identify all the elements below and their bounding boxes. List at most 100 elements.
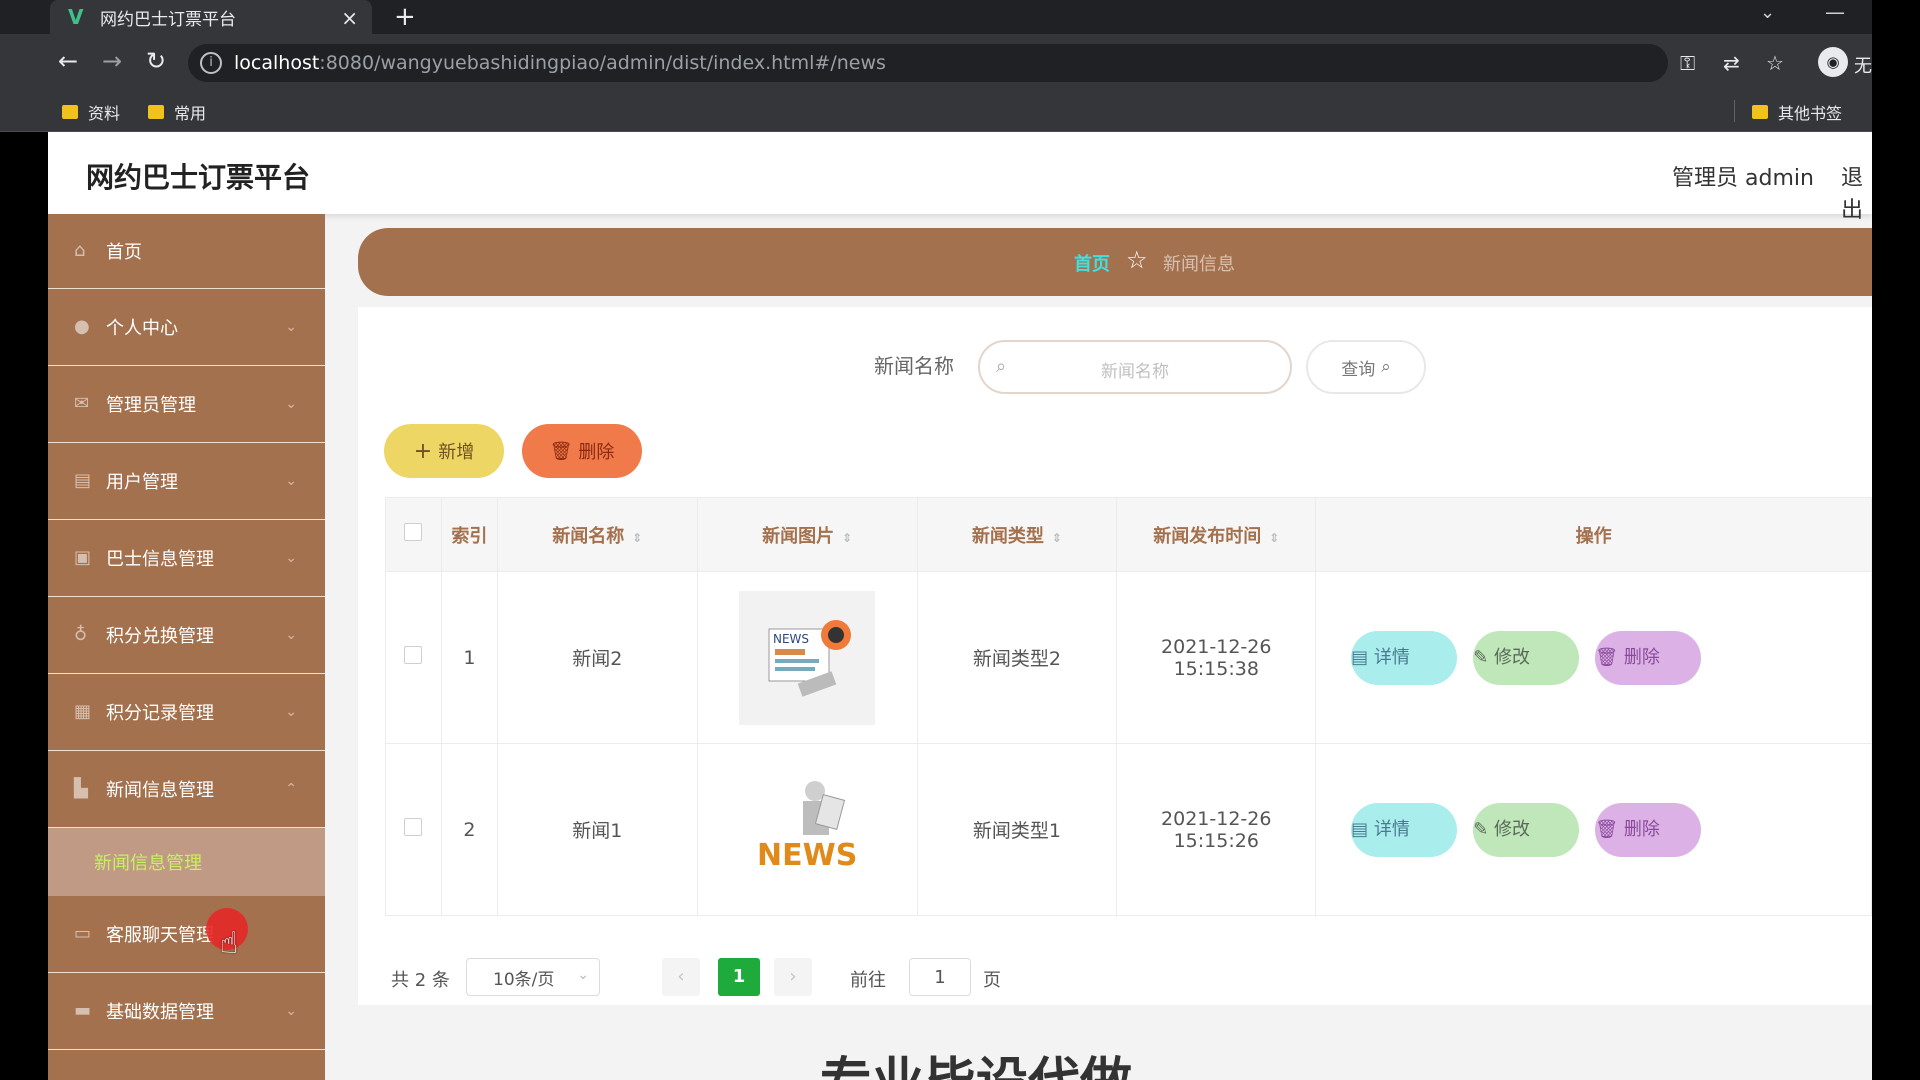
sidebar-item-personal-center[interactable]: ● 个人中心 ⌄ [48,289,325,366]
logout-link[interactable]: 退出 [1841,160,1872,224]
row-delete-button[interactable]: 🗑 删除 [1595,802,1702,857]
sort-icon[interactable]: ⇕ [632,531,642,545]
picture-icon: ▣ [74,547,92,568]
minimize-icon[interactable]: — [1825,0,1845,24]
new-tab-button[interactable]: + [394,2,416,32]
profile-avatar-icon[interactable]: ◉ [1818,47,1848,77]
star-icon: ☆ [1126,246,1148,274]
sidebar-item-points-exchange[interactable]: ♁ 积分兑换管理 ⌄ [48,597,325,674]
back-icon[interactable]: ← [58,47,78,75]
column-header-name[interactable]: 新闻名称 ⇕ [496,497,698,572]
sidebar-item-user-management[interactable]: ▤ 用户管理 ⌄ [48,443,325,520]
cell-actions: ▤ 详情 ✎ 修改 🗑 删除 [1315,743,1872,916]
hand-cursor-icon: ☝ [220,926,239,961]
current-user: 管理员 admin [1672,166,1814,191]
column-header-index: 索引 [440,497,498,572]
chart-icon: ▙ [74,778,88,799]
sidebar-item-label: 首页 [106,242,142,263]
favicon-icon: V [68,5,84,29]
column-header-label: 新闻图片 [762,525,835,547]
page-number-button[interactable]: 1 [718,958,760,996]
column-header-time[interactable]: 新闻发布时间 ⇕ [1116,497,1317,572]
prev-page-button[interactable]: ‹ [662,958,700,996]
sidebar-item-points-record[interactable]: ▦ 积分记录管理 ⌄ [48,674,325,751]
page-size-select[interactable]: 10条/页 ⌄ [466,958,600,996]
table-header-row: 索引 新闻名称 ⇕ 新闻图片 ⇕ 新闻类型 ⇕ 新闻发布时间 ⇕ 操作 [385,497,1872,572]
row-checkbox[interactable] [404,818,423,836]
bookmark-divider [1734,100,1735,122]
sidebar-subitem-news-info[interactable]: 新闻信息管理 [48,828,325,896]
tab-close-icon[interactable]: × [341,6,358,30]
edit-button[interactable]: ✎ 修改 [1473,802,1580,857]
goto-page-input[interactable]: 1 [909,958,971,996]
detail-button[interactable]: ▤ 详情 [1351,802,1458,857]
sidebar-item-chat-management[interactable]: ▭ 客服聊天管理 [48,896,325,973]
sidebar-item-news-management[interactable]: ▙ 新闻信息管理 ⌃ [48,751,325,828]
tab-search-icon[interactable]: ⌄ [1760,2,1775,23]
edit-button[interactable]: ✎ 修改 [1473,630,1580,685]
select-all-checkbox[interactable] [404,523,423,541]
plus-icon: + [413,438,433,464]
browser-tab[interactable]: V 网约巴士订票平台 × [50,0,372,34]
batch-delete-button[interactable]: 🗑 删除 [522,424,642,478]
grid-icon: ▦ [74,701,92,722]
breadcrumb-home[interactable]: 首页 [1074,250,1110,276]
next-page-button[interactable]: › [774,958,812,996]
search-placeholder: 新闻名称 [1101,362,1169,382]
folder-icon [62,105,78,119]
address-bar[interactable]: i localhost:8080/wangyuebashidingpiao/ad… [188,44,1668,82]
search-input[interactable]: ⌕ 新闻名称 [978,340,1292,394]
news-table: 索引 新闻名称 ⇕ 新闻图片 ⇕ 新闻类型 ⇕ 新闻发布时间 ⇕ 操作 1 新闻2 [385,497,1872,916]
user-icon: ● [74,316,90,337]
news-panel: 新闻名称 ⌕ 新闻名称 查询 ⌕ + 新增 🗑 删除 索引 新闻名称 ⇕ 新闻图… [358,307,1872,1005]
reload-icon[interactable]: ↻ [146,47,166,75]
sort-icon[interactable]: ⇕ [842,531,852,545]
other-bookmarks[interactable]: 其他书签 [1752,100,1842,124]
sidebar-item-bus-management[interactable]: ▣ 巴士信息管理 ⌄ [48,520,325,597]
sidebar-item-label: 新闻信息管理 [106,780,214,801]
sidebar-item-admin-management[interactable]: ✉ 管理员管理 ⌄ [48,366,325,443]
chevron-down-icon: ⌄ [285,319,297,335]
row-checkbox[interactable] [404,646,423,664]
table-row: 1 新闻2 NEWS 新闻类型2 2021-12-26 15:15:38 ▤ 详… [385,571,1872,744]
clipboard-icon: ▤ [74,470,92,491]
pagination-total: 共 2 条 [391,970,450,991]
sidebar-item-label: 积分兑换管理 [106,626,214,647]
column-header-image[interactable]: 新闻图片 ⇕ [696,497,918,572]
add-button[interactable]: + 新增 [384,424,504,478]
bookmarks-bar: 资料 常用 其他书签 [0,92,1872,132]
sidebar-item-label: 管理员管理 [106,395,196,416]
row-delete-label: 删除 [1623,818,1660,840]
goto-label: 前往 [850,970,886,991]
sidebar-item-home[interactable]: ⌂ 首页 [48,214,325,289]
news-reader-image[interactable]: NEWS [739,762,876,897]
search-button[interactable]: 查询 ⌕ [1306,340,1426,394]
detail-button[interactable]: ▤ 详情 [1351,630,1458,685]
profile-label: 无 [1854,56,1872,77]
sidebar-item-base-data[interactable]: ▬ 基础数据管理 ⌄ [48,973,325,1050]
column-header-type[interactable]: 新闻类型 ⇕ [916,497,1118,572]
bookmark-folder-ziliao[interactable]: 资料 [62,100,120,124]
add-button-label: 新增 [438,442,475,463]
page-size-value: 10条/页 [493,969,555,990]
bookmark-label: 常用 [174,104,207,123]
breadcrumb: 首页 ☆ 新闻信息 [358,228,1872,296]
url-host: localhost [234,52,320,74]
site-info-icon[interactable]: i [200,52,222,74]
bookmark-folder-changyong[interactable]: 常用 [148,100,206,124]
bookmark-star-icon[interactable]: ☆ [1766,51,1784,75]
forward-icon[interactable]: → [102,47,122,75]
sort-icon[interactable]: ⇕ [1052,531,1062,545]
key-icon[interactable]: ⚿ [1680,51,1695,75]
row-delete-button[interactable]: 🗑 删除 [1595,630,1702,685]
sidebar-item-label: 用户管理 [106,472,178,493]
sort-icon[interactable]: ⇕ [1269,531,1279,545]
browser-toolbar: ← → ↻ i localhost:8080/wangyuebashidingp… [0,34,1872,92]
mic-icon: ♁ [74,624,88,645]
translate-icon[interactable]: ⇄ [1723,51,1740,75]
sidebar-item-label: 个人中心 [106,318,178,339]
app-title: 网约巴士订票平台 [86,161,311,194]
cell-type: 新闻类型1 [916,743,1118,916]
news-newspaper-image[interactable]: NEWS [739,590,876,725]
sidebar-item-label: 客服聊天管理 [106,925,214,946]
